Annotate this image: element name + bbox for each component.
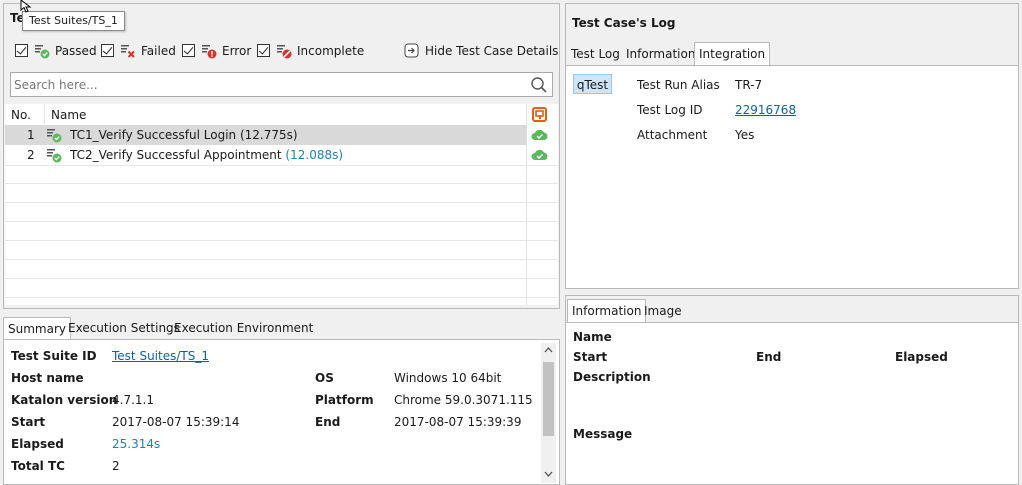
test-case-duration: (12.088s)	[285, 148, 344, 162]
integration-label: Test Log ID	[637, 103, 703, 117]
info-label: Name	[573, 330, 612, 344]
row-divider	[5, 183, 558, 184]
test-case-name-text: TC2_Verify Successful Appointment	[70, 148, 282, 162]
error-status-icon	[202, 45, 217, 59]
summary-value: Windows 10 64bit	[394, 371, 502, 385]
cloud-uploaded-icon[interactable]	[531, 128, 548, 141]
passed-status-icon	[35, 45, 50, 59]
qtest-integration-item[interactable]: qTest	[573, 74, 612, 94]
row-divider	[5, 259, 558, 260]
summary-label: Elapsed	[11, 437, 64, 451]
search-box[interactable]	[10, 72, 553, 97]
integration-value: TR-7	[735, 78, 763, 92]
summary-label: OS	[315, 371, 334, 385]
summary-label: End	[315, 415, 341, 429]
info-label: Elapsed	[895, 350, 948, 364]
info-label: Description	[573, 370, 651, 384]
tab-execution-settings[interactable]: Execution Settings	[64, 317, 184, 339]
integration-content	[566, 65, 1018, 288]
row-divider	[5, 165, 558, 166]
column-header-name[interactable]: Name	[51, 108, 86, 122]
summary-scrollbar[interactable]	[541, 343, 556, 483]
row-divider	[5, 202, 558, 203]
test-case-name: TC1_Verify Successful Login (12.775s)	[70, 128, 298, 142]
tab-summary[interactable]: Summary	[3, 317, 71, 339]
summary-value: Chrome 59.0.3071.115	[394, 393, 533, 407]
summary-label: Katalon version	[11, 393, 118, 407]
column-divider	[526, 104, 527, 305]
tooltip-text: Test Suites/TS_1	[29, 14, 118, 27]
column-divider	[44, 104, 45, 124]
info-label: End	[756, 350, 782, 364]
test-log-id-link[interactable]: 22916768	[735, 103, 796, 117]
search-input[interactable]	[14, 76, 514, 93]
cloud-uploaded-icon[interactable]	[531, 148, 548, 161]
row-number: 1	[27, 128, 35, 142]
search-icon[interactable]	[530, 76, 548, 94]
row-divider	[5, 297, 558, 298]
info-label: Start	[573, 350, 608, 364]
column-header-no[interactable]: No.	[11, 108, 31, 122]
test-suite-id-link[interactable]: Test Suites/TS_1	[112, 349, 209, 363]
failed-status-icon	[121, 45, 135, 58]
tab-information[interactable]: Information	[567, 299, 647, 323]
scroll-up-icon[interactable]	[544, 346, 553, 353]
passed-test-case-icon	[47, 149, 62, 163]
integration-value: Yes	[735, 128, 755, 142]
incomplete-status-icon	[277, 45, 292, 59]
passed-checkbox[interactable]	[15, 44, 28, 57]
failed-checkbox[interactable]	[101, 44, 114, 57]
summary-value: 25.314s	[112, 437, 161, 451]
test-case-name-text: TC1_Verify Successful Login	[70, 128, 237, 142]
log-panel-title: Test Case's Log	[572, 16, 676, 30]
tab-integration[interactable]: Integration	[694, 42, 771, 66]
passed-filter-label[interactable]: Passed	[55, 44, 97, 58]
hide-details-icon[interactable]	[404, 43, 419, 58]
summary-label: Platform	[315, 393, 374, 407]
error-filter-label[interactable]: Error	[222, 44, 251, 58]
row-divider	[5, 240, 558, 241]
summary-value: 2017-08-07 15:39:14	[112, 415, 240, 429]
information-content	[566, 322, 1018, 484]
tab-test-log[interactable]: Test Log	[567, 43, 624, 65]
summary-value: 2017-08-07 15:39:39	[394, 415, 522, 429]
integration-label: Attachment	[637, 128, 708, 142]
hide-details-button[interactable]: Hide Test Case Details	[425, 44, 558, 58]
test-case-duration: (12.775s)	[239, 128, 298, 142]
incomplete-checkbox[interactable]	[257, 44, 270, 57]
scroll-down-icon[interactable]	[544, 471, 553, 478]
row-divider	[5, 278, 558, 279]
scrollbar-thumb[interactable]	[543, 362, 554, 436]
tab-information[interactable]: Information	[622, 43, 699, 65]
qtest-label: qTest	[576, 78, 609, 92]
summary-value: 2	[112, 459, 120, 473]
passed-test-case-icon	[47, 129, 62, 143]
summary-label: Start	[11, 415, 46, 429]
info-label: Message	[573, 427, 633, 441]
tab-image[interactable]: Image	[640, 300, 686, 322]
row-divider	[5, 221, 558, 222]
mouse-cursor-icon	[20, 0, 32, 13]
failed-filter-label[interactable]: Failed	[141, 44, 176, 58]
tooltip: Test Suites/TS_1	[22, 11, 125, 31]
integration-label: Test Run Alias	[637, 78, 720, 92]
summary-value: 4.7.1.1	[112, 393, 154, 407]
row-number: 2	[27, 148, 35, 162]
summary-label: Total TC	[11, 459, 65, 473]
incomplete-filter-label[interactable]: Incomplete	[297, 44, 364, 58]
qtest-column-icon[interactable]	[532, 107, 547, 122]
test-case-name: TC2_Verify Successful Appointment (12.08…	[70, 148, 343, 162]
summary-label: Host name	[11, 371, 84, 385]
error-checkbox[interactable]	[182, 44, 195, 57]
tab-execution-environment[interactable]: Execution Environment	[170, 317, 317, 339]
summary-label: Test Suite ID	[11, 349, 97, 363]
